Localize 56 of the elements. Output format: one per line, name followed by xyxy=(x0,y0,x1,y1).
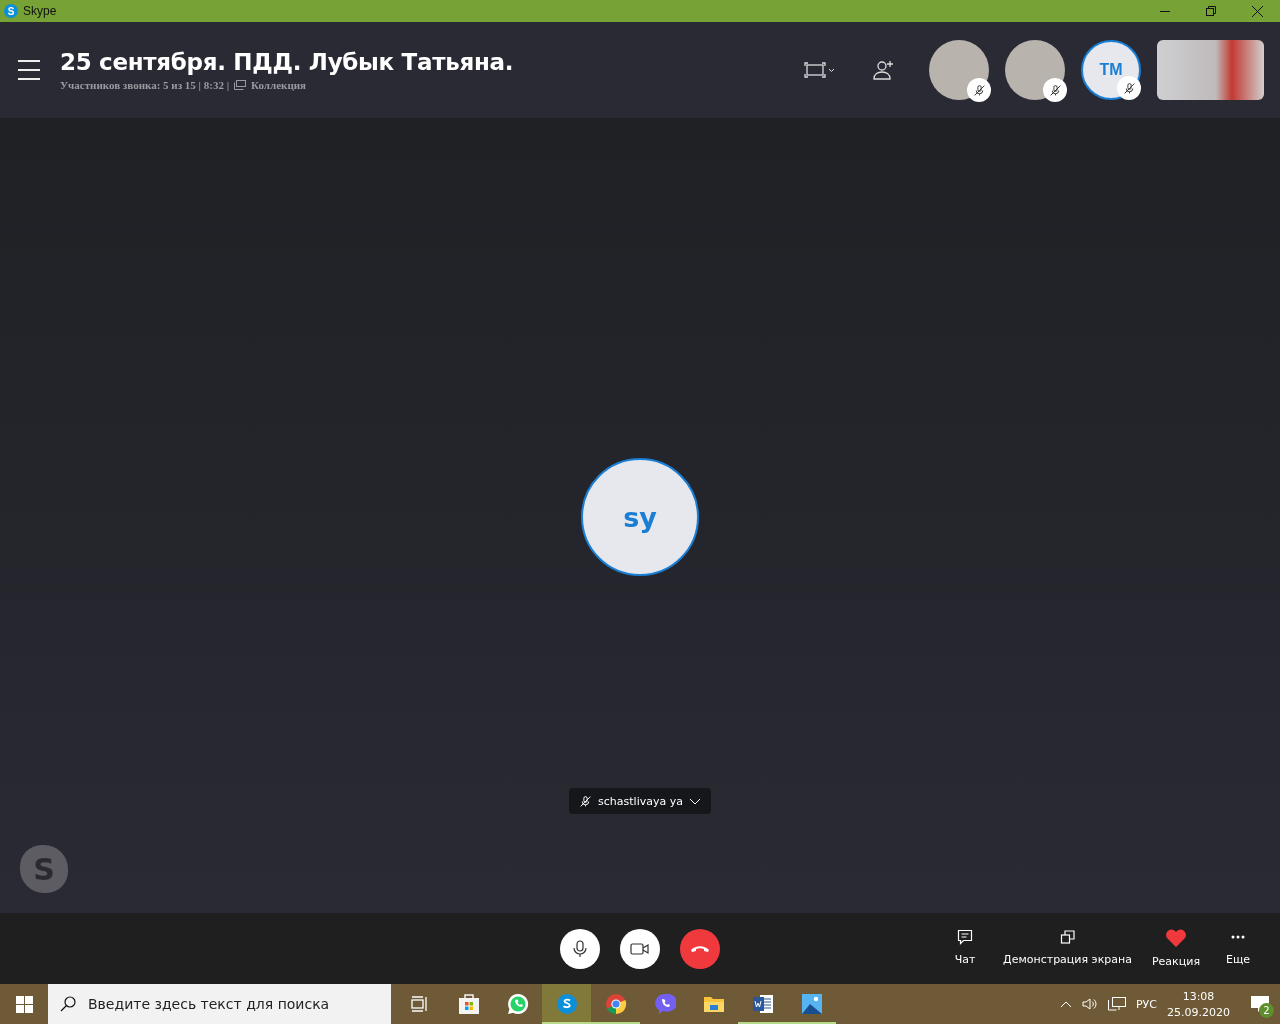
photo-placeholder[interactable] xyxy=(1005,40,1065,100)
hang-up-icon xyxy=(690,944,710,953)
add-person-icon xyxy=(873,60,895,80)
picture-icon xyxy=(800,993,823,1015)
muted-mic-icon xyxy=(1048,83,1062,97)
minimize-icon xyxy=(1160,10,1170,12)
language-indicator[interactable]: РУС xyxy=(1136,997,1157,1011)
app-logo: S xyxy=(4,4,18,18)
search-field[interactable]: Введите здесь текст для поиска xyxy=(48,984,391,1024)
avatar-initials: TM xyxy=(1099,61,1123,79)
task-view-icon xyxy=(410,996,429,1012)
more-button[interactable]: Еще xyxy=(1210,929,1266,966)
photo-placeholder[interactable] xyxy=(929,40,989,100)
caret-icon xyxy=(828,67,835,73)
chevron-up-icon[interactable] xyxy=(1060,1000,1072,1008)
windows-icon xyxy=(15,995,33,1013)
microphone-icon xyxy=(572,939,588,958)
close-icon xyxy=(1251,5,1263,17)
muted-mic-icon xyxy=(579,794,593,808)
phone-bubble-icon xyxy=(653,993,676,1015)
gallery-link[interactable]: Коллекция xyxy=(251,79,307,91)
gallery-icon xyxy=(234,80,247,90)
network-icon[interactable] xyxy=(1108,997,1126,1011)
menu-button[interactable] xyxy=(18,60,40,80)
restore-icon xyxy=(1206,6,1216,16)
notification-count: 2 xyxy=(1259,1003,1274,1018)
share-screen-icon xyxy=(1059,929,1076,945)
search-icon xyxy=(60,996,76,1012)
hang-up-button[interactable] xyxy=(680,928,720,969)
speaker-icon[interactable] xyxy=(1082,997,1098,1011)
call-info: Участников звонка: 5 из 15 | 8:32 | xyxy=(60,79,230,91)
call-title: 25 сентября. ПДД. Лубык Татьяна. xyxy=(60,49,514,75)
muted-mic-icon xyxy=(972,83,986,97)
notifications-button[interactable]: 2 xyxy=(1240,984,1280,1024)
chat-button[interactable]: Чат xyxy=(937,929,994,966)
heart-icon xyxy=(1164,929,1187,947)
video-placeholder[interactable] xyxy=(1157,40,1264,100)
participant-name-tag[interactable]: schastlivaya ya xyxy=(569,788,711,814)
cloud-logo-icon xyxy=(555,993,578,1015)
shopping-bag-icon xyxy=(457,993,480,1015)
clock[interactable]: 13:08 25.09.2020 xyxy=(1167,989,1230,1019)
share-button[interactable]: Демонстрация экрана xyxy=(993,929,1142,966)
chevron-down-icon xyxy=(688,797,701,805)
camera-button[interactable] xyxy=(620,928,660,969)
participant-avatar: sy xyxy=(581,458,699,576)
reaction-button[interactable]: Реакция xyxy=(1141,929,1210,968)
document-icon xyxy=(751,993,774,1015)
microphone-button[interactable] xyxy=(560,928,600,969)
chat-bubble-icon xyxy=(506,993,529,1015)
muted-mic-icon xyxy=(1122,81,1136,95)
window-title: Skype xyxy=(23,4,57,18)
video-camera-icon xyxy=(630,941,650,956)
fullscreen-icon xyxy=(804,62,826,78)
chat-icon xyxy=(957,929,974,945)
browser-icon xyxy=(604,993,627,1015)
folder-icon xyxy=(702,995,725,1013)
